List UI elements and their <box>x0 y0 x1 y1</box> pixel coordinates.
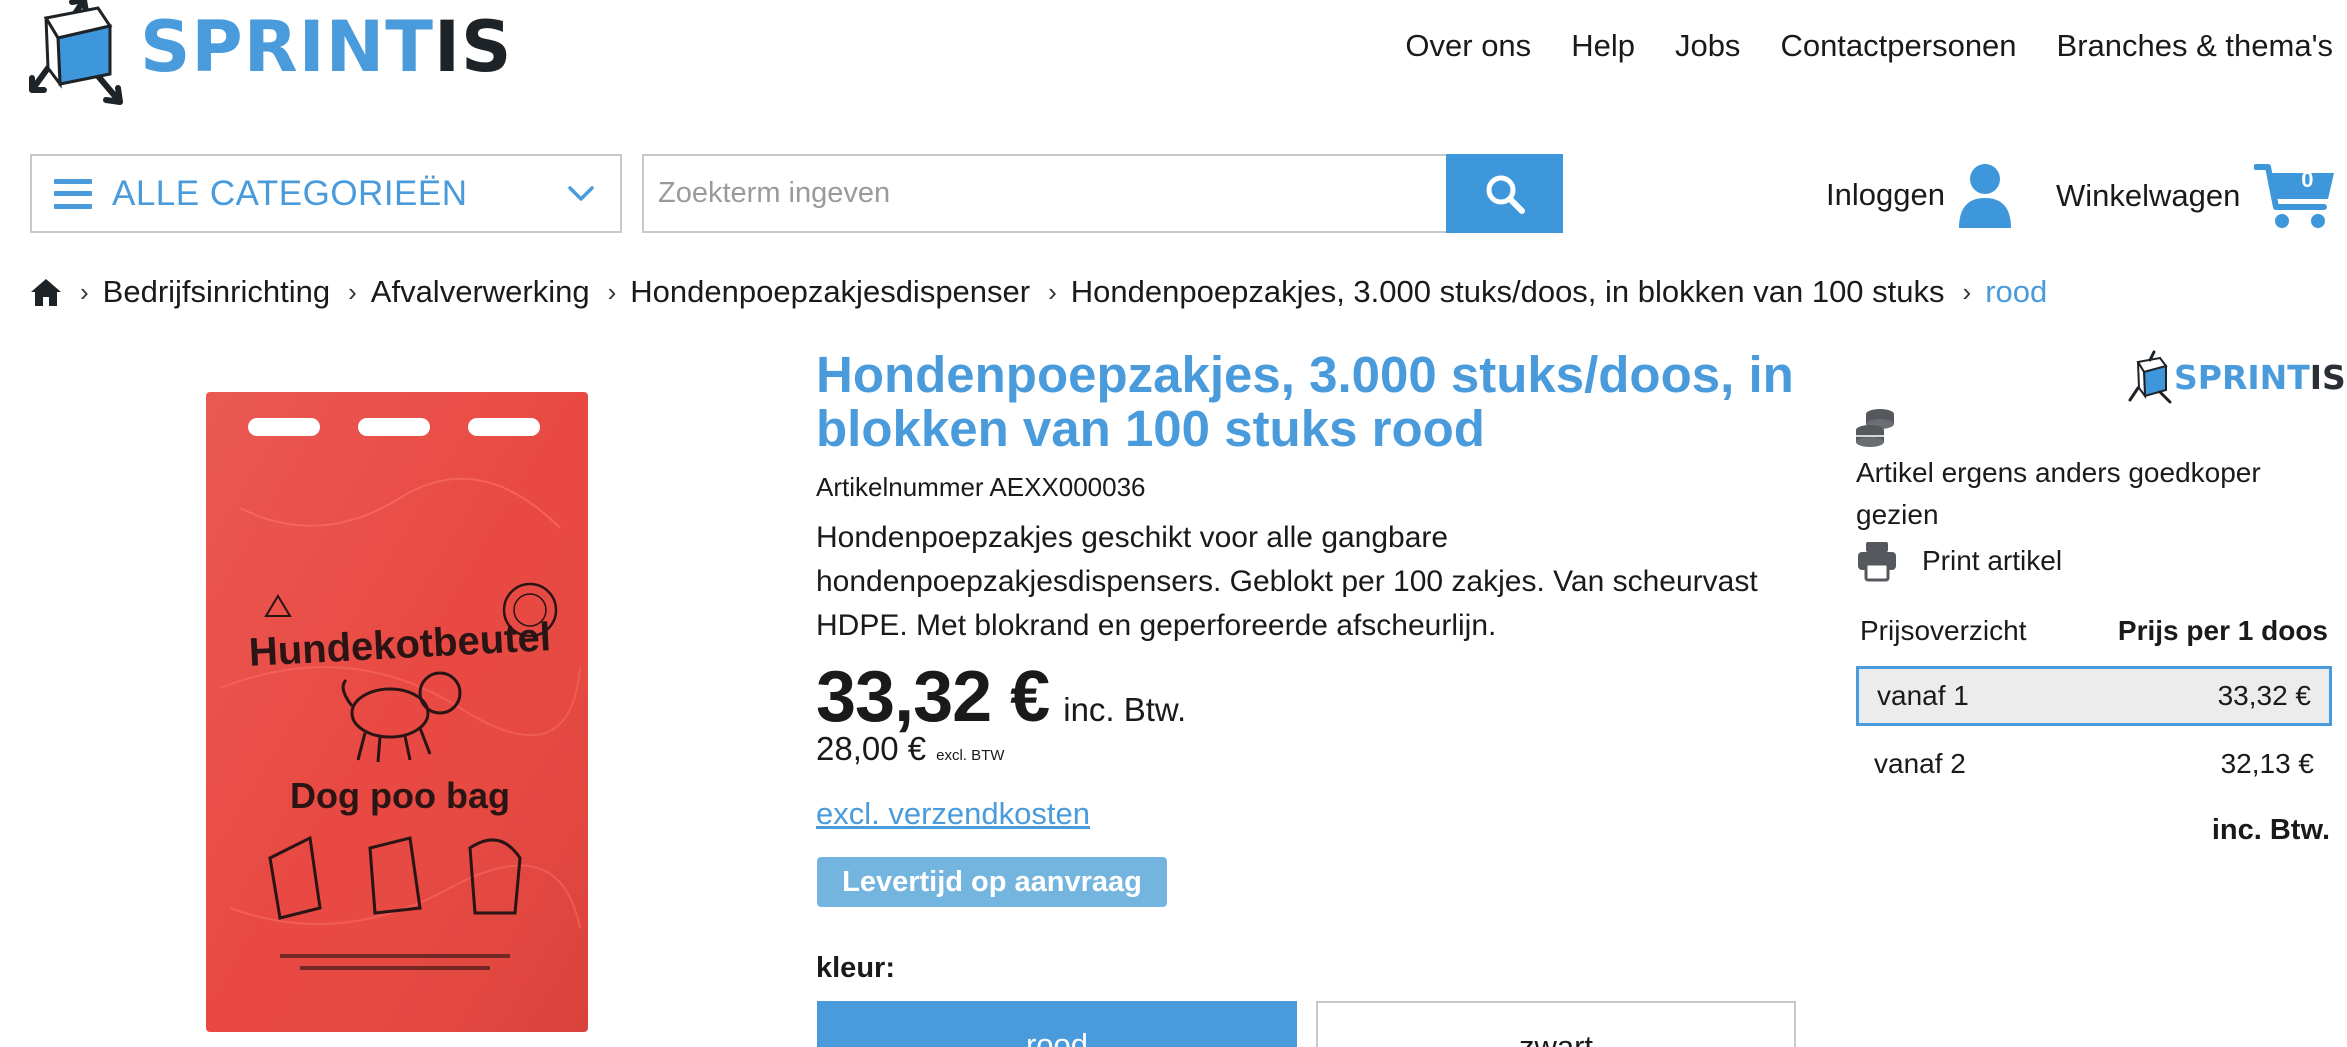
cart-icon-wrap: 0 <box>2253 161 2336 231</box>
breadcrumb-item[interactable]: Bedrijfsinrichting <box>103 274 330 310</box>
price-excl-row: 28,00 € excl. BTW <box>816 730 1004 768</box>
tier-label: vanaf 2 <box>1874 748 1966 779</box>
chevron-right-icon: › <box>348 276 357 307</box>
login-label: Inloggen <box>1826 177 1945 212</box>
sprintis-mini-logo: SPRINTIS <box>2128 350 2346 404</box>
box-logo-icon <box>29 0 123 105</box>
shipping-costs-link[interactable]: excl. verzendkosten <box>816 796 1090 832</box>
price-excl-label: excl. BTW <box>936 747 1005 764</box>
mini-logo-part1: SPRINT <box>2174 357 2310 397</box>
breadcrumb: › Bedrijfsinrichting › Afvalverwerking ›… <box>30 274 2047 310</box>
price-tier-table: Prijsoverzicht Prijs per 1 doos vanaf 1 … <box>1856 604 2332 847</box>
breadcrumb-item[interactable]: Afvalverwerking <box>371 274 590 310</box>
chevron-right-icon: › <box>80 276 89 307</box>
breadcrumb-item[interactable]: Hondenpoepzakjesdispenser <box>630 274 1030 310</box>
tier-price: 33,32 € <box>2217 680 2311 711</box>
box-logo-icon <box>2128 350 2172 404</box>
color-option-zwart[interactable]: zwart <box>1316 1001 1796 1047</box>
printer-icon <box>1858 542 1896 582</box>
nav-over-ons[interactable]: Over ons <box>1405 28 1531 64</box>
color-label: kleur: <box>816 952 895 984</box>
dog-poo-bag-image: Hundekotbeutel Dog poo bag <box>206 392 588 1032</box>
mini-logo-part2: IS <box>2309 357 2346 397</box>
category-dropdown-label: ALLE CATEGORIEËN <box>112 173 468 213</box>
chevron-right-icon: › <box>1962 276 1972 307</box>
price-incl-row: 33,32 € inc. Btw. <box>816 656 1186 738</box>
product-description: Hondenpoepzakjes geschikt voor alle gang… <box>816 521 1758 642</box>
home-icon <box>31 279 61 306</box>
search-icon <box>1486 175 1525 214</box>
price-incl: 33,32 € <box>816 657 1050 737</box>
print-article-label: Print artikel <box>1922 545 2063 576</box>
nav-help[interactable]: Help <box>1571 28 1635 64</box>
breadcrumb-item[interactable]: Hondenpoepzakjes, 3.000 stuks/doos, in b… <box>1071 274 1945 310</box>
login-link[interactable]: Inloggen <box>1826 160 2013 230</box>
chevron-down-icon <box>568 186 594 201</box>
delivery-time-badge: Levertijd op aanvraag <box>817 857 1167 907</box>
product-image[interactable]: Hundekotbeutel Dog poo bag <box>200 388 592 1036</box>
price-tier-row[interactable]: vanaf 2 32,13 € <box>1856 734 2332 794</box>
coins-icon <box>1856 409 1894 447</box>
price-per-label: Prijs per 1 doos <box>2117 615 2328 646</box>
tier-label: vanaf 1 <box>1877 680 1969 711</box>
breadcrumb-current: rood <box>1985 274 2048 309</box>
category-dropdown[interactable]: ALLE CATEGORIEËN <box>30 154 622 233</box>
logo-wordmark: SPRINTIS <box>140 6 513 88</box>
sprintis-logo[interactable]: SPRINTIS <box>28 0 511 110</box>
product-title: Hondenpoepzakjes, 3.000 stuks/doos, in b… <box>816 346 1794 457</box>
nav-jobs[interactable]: Jobs <box>1675 28 1740 64</box>
cheaper-elsewhere-link[interactable]: Artikel ergens anders goedkoper gezien <box>1856 452 2296 536</box>
price-excl: 28,00 € <box>816 730 927 767</box>
print-article-link[interactable]: Print artikel <box>1856 540 2062 582</box>
top-navigation: Over ons Help Jobs Contactpersonen Branc… <box>1405 28 2333 64</box>
search-input[interactable] <box>658 177 1448 210</box>
hamburger-icon <box>54 178 92 209</box>
price-incl-label: inc. Btw. <box>1063 691 1187 728</box>
price-tier-row[interactable]: vanaf 1 33,32 € <box>1856 666 2332 726</box>
cart-count-badge: 0 <box>2301 167 2314 192</box>
tax-note: inc. Btw. <box>2211 814 2330 846</box>
cart-label: Winkelwagen <box>2056 178 2241 213</box>
home-link[interactable] <box>30 277 62 307</box>
price-overview-label: Prijsoverzicht <box>1860 615 2027 646</box>
color-option-rood[interactable]: rood <box>817 1001 1297 1047</box>
chevron-right-icon: › <box>1048 276 1057 307</box>
chevron-right-icon: › <box>607 276 617 307</box>
bag-print-subtitle: Dog poo bag <box>290 775 510 816</box>
user-icon <box>1958 164 2011 228</box>
nav-contactpersonen[interactable]: Contactpersonen <box>1780 28 2016 64</box>
search-button[interactable] <box>1446 154 1563 233</box>
search-field <box>642 154 1448 233</box>
tier-price: 32,13 € <box>2220 748 2314 779</box>
cart-link[interactable]: Winkelwagen 0 <box>2056 160 2336 232</box>
nav-branches-themas[interactable]: Branches & thema's <box>2057 28 2333 64</box>
article-number: Artikelnummer AEXX000036 <box>816 472 1146 502</box>
price-table-header: Prijsoverzicht Prijs per 1 doos <box>1856 604 2332 658</box>
